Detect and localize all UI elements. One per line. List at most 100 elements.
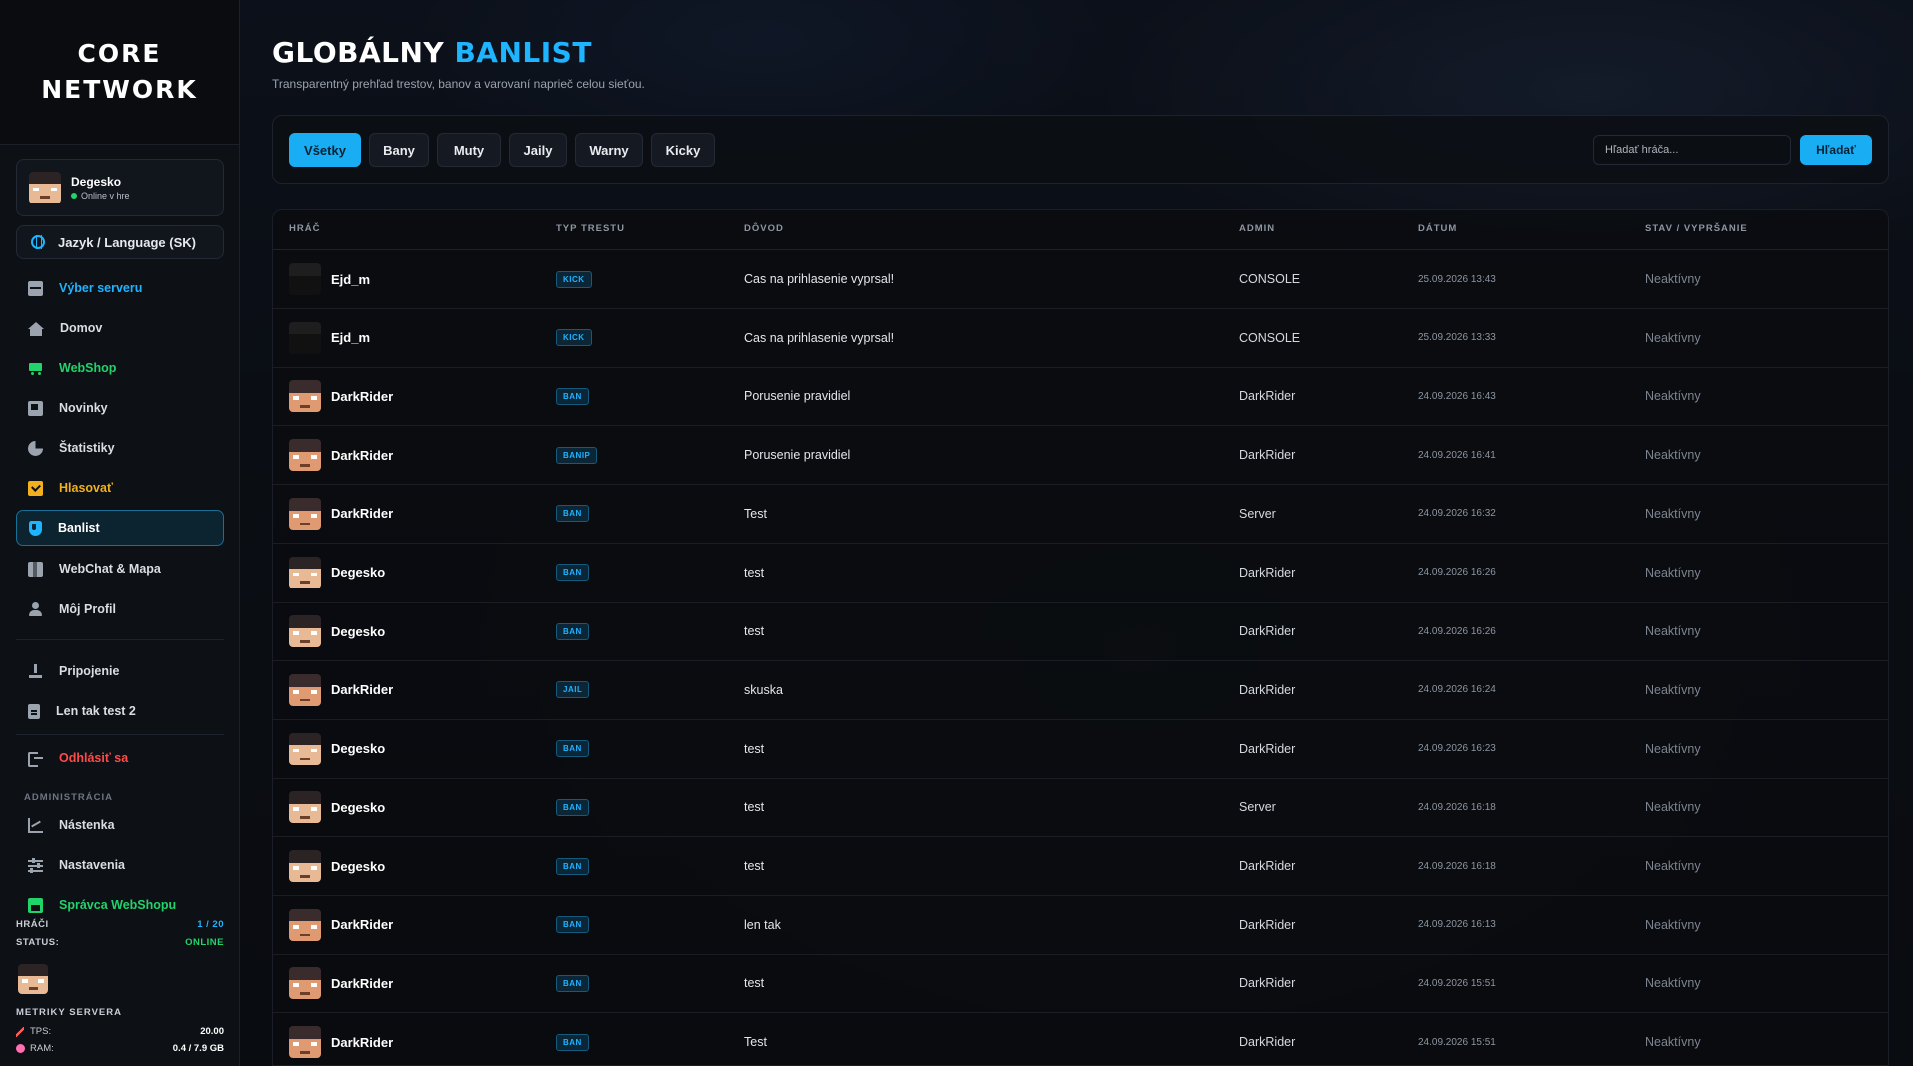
user-card[interactable]: Degesko Online v hre <box>16 159 224 216</box>
sidebar-item-domov[interactable]: Domov <box>16 310 224 346</box>
players-label: HRÁČI <box>16 918 49 930</box>
table-row[interactable]: DarkRider BAN Porusenie pravidiel DarkRider… <box>273 367 1888 427</box>
punishment-type-badge: BAN <box>556 564 589 581</box>
table-row[interactable]: DarkRider BAN Test DarkRider 24.09.2026 15:5… <box>273 1013 1888 1065</box>
player-name[interactable]: DarkRider <box>331 976 393 991</box>
online-dot-icon <box>71 192 77 199</box>
table-row[interactable]: Degesko BAN test DarkRider 24.09.2026 16:23 N… <box>273 720 1888 779</box>
filter-muty[interactable]: Muty <box>437 133 501 167</box>
table-row[interactable]: DarkRider BAN len tak DarkRider 24.09.2026 1… <box>273 896 1888 955</box>
table-row[interactable]: DarkRider BAN test DarkRider 24.09.2026 15:5… <box>273 954 1888 1014</box>
sidebar-item-label: WebShop <box>59 361 117 375</box>
search-input[interactable] <box>1593 135 1791 165</box>
punishment-type-badge: KICK <box>556 270 592 288</box>
player-cell: Degesko <box>289 544 385 602</box>
status-cell: Neaktívny <box>1645 917 1701 932</box>
reason-cell: test <box>744 800 765 815</box>
brand-logo[interactable]: CORE NETWORK <box>0 0 239 145</box>
sidebar-item-webshop[interactable]: WebShop <box>16 350 224 386</box>
player-name[interactable]: Degesko <box>331 859 385 874</box>
admin-cell: DarkRider <box>1239 917 1296 932</box>
date-cell: 24.09.2026 16:18 <box>1418 860 1496 872</box>
player-cell: DarkRider <box>289 426 393 484</box>
shield-icon <box>29 520 42 536</box>
filter-bany[interactable]: Bany <box>369 133 429 167</box>
player-avatar <box>289 732 321 765</box>
filter-kicky[interactable]: Kicky <box>651 133 715 167</box>
table-row[interactable]: Ejd_m KICK Cas na prihlasenie vyprsal! CONS… <box>273 250 1888 309</box>
admin-item-label: Nastavenia <box>59 858 126 872</box>
brain-icon <box>16 1044 25 1053</box>
filter-jaily[interactable]: Jaily <box>509 133 567 167</box>
player-name[interactable]: Ejd_m <box>331 330 370 345</box>
admin-item-label: Nástenka <box>59 818 115 832</box>
players-value: 1 / 20 <box>197 918 224 930</box>
admin-item-nastavenia[interactable]: Nastavenia <box>16 847 224 883</box>
player-name[interactable]: Degesko <box>331 741 385 756</box>
type-cell: BAN <box>556 837 589 895</box>
file-icon <box>28 703 40 719</box>
type-cell: JAIL <box>556 661 590 719</box>
filter-vsetky[interactable]: Všetky <box>289 133 361 167</box>
player-name[interactable]: DarkRider <box>331 917 393 932</box>
reason-cell: Cas na prihlasenie vyprsal! <box>744 272 895 286</box>
sidebar-item-banlist[interactable]: Banlist <box>16 510 224 546</box>
sidebar-item-label: Len tak test 2 <box>56 704 136 718</box>
admin-item-nastenka[interactable]: Nástenka <box>16 807 224 843</box>
date-cell: 24.09.2026 16:13 <box>1418 919 1496 931</box>
player-name[interactable]: DarkRider <box>331 389 393 404</box>
punishment-type-badge: BAN <box>556 974 589 992</box>
player-name[interactable]: DarkRider <box>331 1035 393 1050</box>
sidebar-item-vyber-serveru[interactable]: Výber serveru <box>16 270 224 306</box>
admin-cell: DarkRider <box>1239 624 1296 639</box>
logout-icon <box>28 751 43 767</box>
table-row[interactable]: Degesko BAN test DarkRider 24.09.2026 16:26 N… <box>273 544 1888 603</box>
player-name[interactable]: DarkRider <box>331 682 393 697</box>
table-row[interactable]: Degesko BAN test DarkRider 24.09.2026 16:26 N… <box>273 602 1888 662</box>
player-avatar <box>289 791 321 824</box>
sidebar-item-moj-profil[interactable]: Môj Profil <box>16 591 224 627</box>
punishment-type-badge: JAIL <box>556 681 590 699</box>
table-row[interactable]: Degesko BAN test Server 24.09.2026 16:18 Neak… <box>273 778 1888 838</box>
sidebar-item-novinky[interactable]: Novinky <box>16 390 224 426</box>
player-name[interactable]: Degesko <box>331 624 385 639</box>
type-cell: BAN <box>556 602 589 660</box>
player-name[interactable]: DarkRider <box>331 448 393 463</box>
date-cell: 24.09.2026 16:26 <box>1418 567 1496 578</box>
player-name[interactable]: DarkRider <box>331 506 393 521</box>
table-row[interactable]: Ejd_m KICK Cas na prihlasenie vyprsal! CONS… <box>273 309 1888 368</box>
table-row[interactable]: DarkRider JAIL skuska DarkRider 24.09.2026 1… <box>273 661 1888 720</box>
column-header-typ-trestu: TYP TRESTU <box>556 223 625 234</box>
sidebar-item-len-tak-test-2[interactable]: Len tak test 2 <box>16 693 224 729</box>
sidebar-item-label: WebChat & Mapa <box>59 562 161 576</box>
admin-cell: Server <box>1239 506 1276 521</box>
punishment-type-badge: BAN <box>556 916 589 934</box>
online-player-avatar[interactable] <box>18 964 48 994</box>
player-avatar <box>289 908 321 941</box>
date-cell: 24.09.2026 15:51 <box>1418 977 1496 989</box>
search-button[interactable]: Hľadať <box>1800 135 1872 165</box>
metric-ram: RAM: 0.4 / 7.9 GB <box>16 1043 224 1054</box>
reason-cell: Test <box>744 506 767 521</box>
player-avatar <box>289 967 321 1000</box>
player-name[interactable]: Ejd_m <box>331 272 370 287</box>
admin-cell: DarkRider <box>1239 976 1296 991</box>
table-row[interactable]: Degesko BAN test DarkRider 24.09.2026 16:18 N… <box>273 837 1888 896</box>
sidebar-item-hlasovat[interactable]: Hlasovať <box>16 470 224 506</box>
sidebar-item-odhlasit-sa[interactable]: Odhlásiť sa <box>16 740 224 776</box>
metrics-title: METRIKY SERVERA <box>16 1007 122 1018</box>
sidebar-item-webchat-mapa[interactable]: WebChat & Mapa <box>16 551 224 587</box>
reason-cell: len tak <box>744 917 781 932</box>
player-name[interactable]: Degesko <box>331 565 385 580</box>
sidebar-item-pripojenie[interactable]: Pripojenie <box>16 653 224 689</box>
language-button[interactable]: Jazyk / Language (SK) <box>16 225 224 259</box>
sidebar-item-statistiky[interactable]: Štatistiky <box>16 430 224 466</box>
filter-warny[interactable]: Warny <box>575 133 643 167</box>
player-cell: Ejd_m <box>289 309 370 367</box>
player-name[interactable]: Degesko <box>331 800 385 815</box>
type-cell: BAN <box>556 485 589 543</box>
table-row[interactable]: DarkRider BAN Test Server 24.09.2026 16:32 Ne… <box>273 485 1888 544</box>
reason-cell: Test <box>744 1035 767 1050</box>
table-row[interactable]: DarkRider BANIP Porusenie pravidiel DarkRid… <box>273 426 1888 486</box>
column-header-stav-vyprsanie: STAV / VYPRŠANIE <box>1645 223 1748 234</box>
